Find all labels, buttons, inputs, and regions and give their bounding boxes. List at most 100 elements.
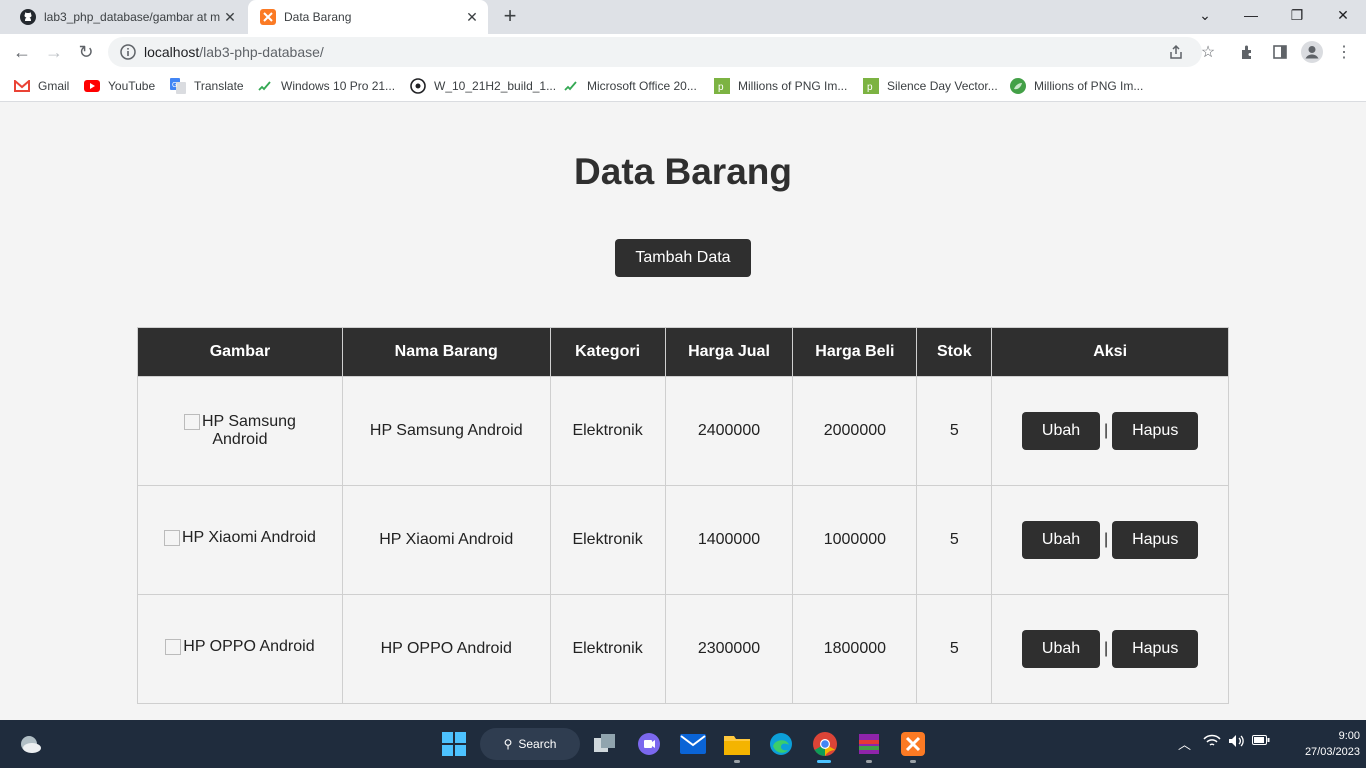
running-indicator — [910, 760, 916, 763]
link-icon — [257, 78, 273, 94]
bookmark-silence[interactable]: p Silence Day Vector... — [863, 76, 998, 96]
cell-gambar: HP Xiaomi Android — [137, 485, 343, 595]
share-icon[interactable] — [1166, 42, 1186, 62]
delete-button[interactable]: Hapus — [1112, 630, 1199, 668]
png-icon: p — [714, 78, 730, 94]
tab-github[interactable]: lab3_php_database/gambar at m ✕ — [8, 0, 246, 34]
bookmark-label: Gmail — [38, 79, 70, 93]
broken-image: HP OPPO Android — [165, 638, 315, 656]
chevron-down-icon[interactable]: ⌄ — [1182, 0, 1228, 30]
restore-button[interactable]: ❐ — [1274, 0, 1320, 30]
chevron-up-icon[interactable]: ︿ — [1178, 734, 1191, 753]
action-separator: | — [1104, 531, 1109, 548]
cell-nama-barang: HP Samsung Android — [341, 376, 551, 486]
table-row: HP Xiaomi Android HP Xiaomi Android Elek… — [137, 485, 1229, 595]
chat-icon[interactable] — [635, 730, 663, 758]
svg-text:G: G — [172, 82, 177, 89]
column-header-harga-jual: Harga Jual — [664, 327, 794, 377]
edge-icon[interactable] — [767, 730, 795, 758]
broken-image: HP Samsung Android — [170, 413, 310, 449]
cell-stok: 5 — [916, 594, 993, 704]
cell-kategori: Elektronik — [549, 376, 666, 486]
cell-harga-beli: 1000000 — [792, 485, 918, 595]
column-header-kategori: Kategori — [549, 327, 666, 377]
cell-aksi: Ubah | Hapus — [991, 594, 1229, 704]
task-view-icon[interactable] — [591, 730, 619, 758]
bookmark-office[interactable]: Microsoft Office 20... — [563, 76, 697, 96]
bookmark-youtube[interactable]: YouTube — [84, 76, 155, 96]
cell-harga-beli: 1800000 — [792, 594, 918, 704]
taskbar: ⚲ Search ︿ 9:00 27/03/2023 — [0, 720, 1366, 768]
link-icon — [563, 78, 579, 94]
action-separator: | — [1104, 640, 1109, 657]
delete-button[interactable]: Hapus — [1112, 412, 1199, 450]
bookmark-png1[interactable]: p Millions of PNG Im... — [714, 76, 847, 96]
tab-title: Data Barang — [284, 10, 352, 24]
url-path: /lab3-php-database/ — [199, 44, 324, 60]
cell-aksi: Ubah | Hapus — [991, 485, 1229, 595]
bookmarks-bar: Gmail YouTube G Translate Windows 10 Pro… — [0, 70, 1366, 102]
start-icon[interactable] — [440, 730, 468, 758]
bookmark-windows[interactable]: Windows 10 Pro 21... — [257, 76, 395, 96]
cell-harga-jual: 2400000 — [664, 376, 794, 486]
image-alt-text: HP Samsung Android — [201, 413, 296, 448]
reload-button[interactable]: ↻ — [72, 38, 100, 66]
side-panel-icon[interactable] — [1268, 40, 1292, 64]
xampp-taskbar-icon[interactable] — [899, 730, 927, 758]
window-close-button[interactable]: ✕ — [1320, 0, 1366, 30]
gmail-icon — [14, 78, 30, 94]
broken-image-icon — [183, 413, 200, 430]
volume-icon[interactable] — [1228, 734, 1246, 751]
cell-harga-jual: 1400000 — [664, 485, 794, 595]
battery-icon[interactable] — [1252, 734, 1270, 749]
tab-strip: lab3_php_database/gambar at m ✕ Data Bar… — [0, 0, 1366, 34]
column-header-stok: Stok — [916, 327, 993, 377]
column-header-harga-beli: Harga Beli — [792, 327, 918, 377]
search-label: Search — [518, 737, 557, 751]
weather-icon[interactable] — [16, 730, 44, 758]
profile-avatar[interactable] — [1300, 40, 1324, 64]
minimize-button[interactable]: — — [1228, 0, 1274, 30]
table-row: HP OPPO Android HP OPPO Android Elektron… — [137, 594, 1229, 704]
address-bar[interactable]: localhost/lab3-php-database/ — [108, 37, 1202, 67]
file-explorer-icon[interactable] — [723, 730, 751, 758]
edit-button[interactable]: Ubah — [1022, 521, 1101, 559]
clock-date: 27/03/2023 — [1304, 746, 1360, 758]
back-button[interactable]: ← — [8, 38, 36, 66]
bookmark-png2[interactable]: Millions of PNG Im... — [1010, 76, 1143, 96]
info-icon[interactable] — [120, 44, 136, 60]
search-icon: ⚲ — [503, 737, 513, 751]
menu-icon[interactable]: ⋮ — [1332, 40, 1356, 64]
chrome-taskbar-icon[interactable] — [811, 730, 839, 758]
tab-data-barang[interactable]: Data Barang ✕ — [248, 0, 488, 34]
edit-button[interactable]: Ubah — [1022, 630, 1101, 668]
edit-button[interactable]: Ubah — [1022, 412, 1101, 450]
github-icon — [20, 9, 36, 25]
broken-image-icon — [163, 530, 180, 546]
bookmark-translate[interactable]: G Translate — [170, 76, 244, 96]
forward-button[interactable]: → — [40, 38, 68, 66]
close-icon[interactable]: ✕ — [220, 7, 240, 27]
delete-button[interactable]: Hapus — [1112, 521, 1199, 559]
column-header-nama-barang: Nama Barang — [341, 327, 551, 377]
extensions-icon[interactable] — [1236, 40, 1260, 64]
running-indicator — [866, 760, 872, 763]
winrar-icon[interactable] — [855, 730, 883, 758]
wifi-icon[interactable] — [1203, 734, 1221, 751]
tab-title: lab3_php_database/gambar at m — [44, 10, 220, 24]
cell-stok: 5 — [916, 376, 993, 486]
bookmark-gmail[interactable]: Gmail — [14, 76, 69, 96]
image-alt-text: HP OPPO Android — [183, 638, 315, 655]
star-icon[interactable]: ☆ — [1198, 42, 1218, 62]
add-data-button[interactable]: Tambah Data — [615, 239, 751, 277]
taskbar-search[interactable]: ⚲ Search — [480, 728, 580, 760]
bookmark-label: Millions of PNG Im... — [738, 79, 848, 93]
mail-icon[interactable] — [679, 730, 707, 758]
close-icon[interactable]: ✕ — [462, 7, 482, 27]
bookmark-w10[interactable]: W_10_21H2_build_1... — [410, 76, 556, 96]
taskbar-clock[interactable]: 9:00 27/03/2023 — [1300, 728, 1360, 760]
bookmark-label: Windows 10 Pro 21... — [281, 79, 396, 93]
new-tab-button[interactable]: + — [498, 5, 522, 29]
cell-kategori: Elektronik — [549, 594, 666, 704]
column-header-aksi: Aksi — [991, 327, 1229, 377]
